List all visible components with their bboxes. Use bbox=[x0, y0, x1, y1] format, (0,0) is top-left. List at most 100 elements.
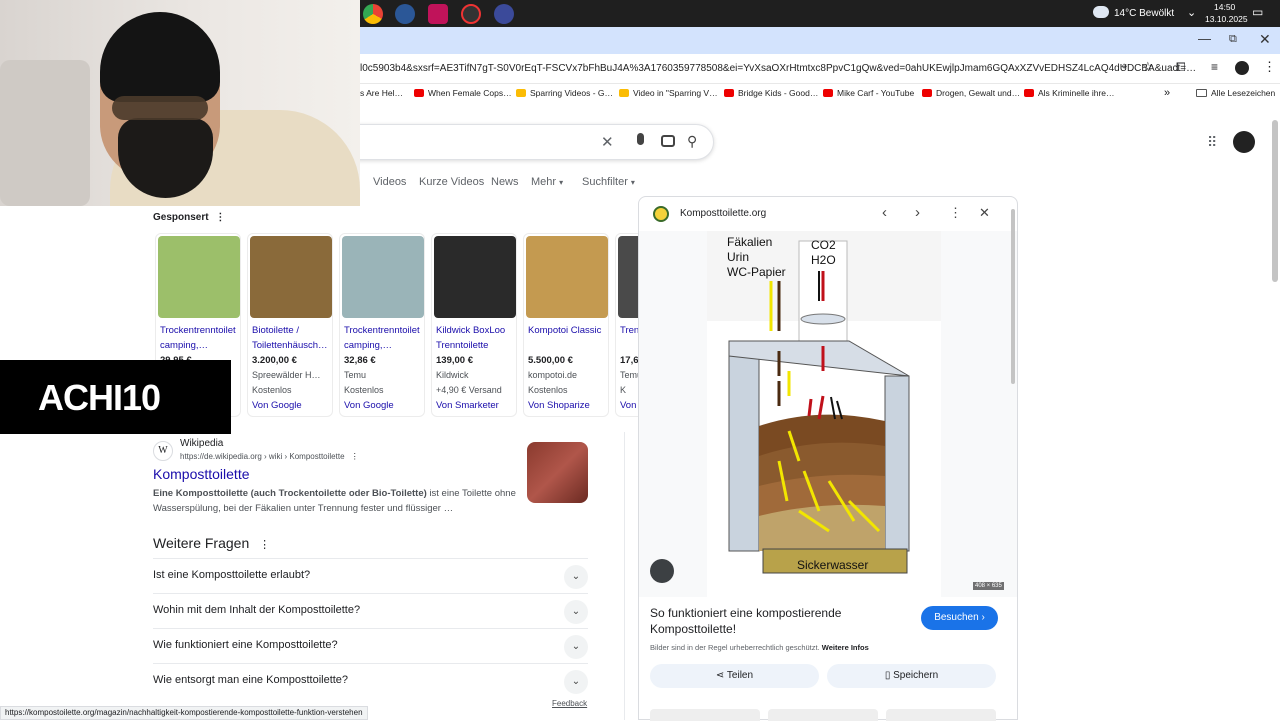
panel-scrollbar[interactable] bbox=[1011, 209, 1015, 384]
search-icon[interactable]: ⚲ bbox=[687, 133, 697, 150]
clock-date[interactable]: 13.10.2025 bbox=[1205, 14, 1248, 24]
product-image[interactable] bbox=[342, 236, 424, 318]
media-player-icon[interactable] bbox=[428, 4, 448, 24]
app-round-icon[interactable] bbox=[494, 4, 514, 24]
product-title[interactable]: Kompotoi Classic bbox=[528, 323, 608, 338]
search-box[interactable]: ✕ ⚲ bbox=[300, 124, 714, 160]
product-source[interactable]: Von bbox=[620, 400, 636, 411]
product-card[interactable]: Kildwick BoxLoo Trenntoilette 139,00 € Kil… bbox=[431, 233, 517, 417]
divider bbox=[624, 432, 625, 720]
related-thumb[interactable] bbox=[886, 709, 996, 721]
recorder-icon[interactable] bbox=[461, 4, 481, 24]
tab-videos[interactable]: Videos bbox=[373, 176, 406, 188]
faq-item[interactable]: Wie entsorgt man eine Komposttoilette? ⌄ bbox=[153, 663, 588, 698]
page-scrollbar[interactable] bbox=[1272, 120, 1278, 282]
next-image-icon[interactable]: › bbox=[915, 204, 920, 221]
queue-icon[interactable]: ≡ bbox=[1211, 60, 1218, 74]
related-thumb[interactable] bbox=[768, 709, 878, 721]
more-options-icon[interactable]: ⋮ bbox=[949, 205, 962, 221]
weather-text[interactable]: 14°C Bewölkt bbox=[1114, 8, 1174, 19]
wiki-title-link[interactable]: Komposttoilette bbox=[153, 466, 250, 482]
tab-short-videos[interactable]: Kurze Videos bbox=[419, 176, 484, 188]
product-source[interactable]: Von Shoparize bbox=[528, 400, 590, 411]
bookmark-item[interactable]: Mike Carf - YouTube bbox=[823, 88, 914, 98]
chrome-icon[interactable] bbox=[363, 4, 383, 24]
product-title[interactable]: Kildwick BoxLoo Trenntoilette bbox=[436, 323, 516, 353]
product-title[interactable]: Trockentrenntoilet camping,… bbox=[344, 323, 424, 353]
image-caption[interactable]: So funktioniert eine kompostierende Komp… bbox=[650, 605, 880, 637]
product-image[interactable] bbox=[250, 236, 332, 318]
product-source[interactable]: Von Google bbox=[344, 400, 394, 411]
image-preview-panel: Komposttoilette.org ‹ › ⋮ ✕ Fäkalien Uri… bbox=[638, 196, 1018, 721]
menu-icon[interactable]: ⋮ bbox=[1263, 59, 1276, 75]
product-source[interactable]: Von Smarketer bbox=[436, 400, 499, 411]
wiki-source[interactable]: Wikipedia bbox=[180, 438, 223, 449]
product-image[interactable] bbox=[434, 236, 516, 318]
product-source[interactable]: Von Google bbox=[252, 400, 302, 411]
lens-icon[interactable] bbox=[650, 559, 674, 583]
tab-more-label: Mehr bbox=[531, 176, 557, 188]
google-account-avatar[interactable] bbox=[1233, 131, 1255, 153]
bookmark-label: Mike Carf - YouTube bbox=[837, 88, 915, 98]
more-options-icon[interactable]: ⋮ bbox=[215, 212, 225, 223]
lens-search-icon[interactable] bbox=[661, 135, 675, 147]
clock-time[interactable]: 14:50 bbox=[1214, 2, 1235, 12]
image-viewer[interactable]: Fäkalien Urin WC-Papier CO2 H2O Sickerwa… bbox=[639, 231, 1017, 597]
product-card[interactable]: Biotoilette / Toilettenhäusch… 3.200,00 €… bbox=[247, 233, 333, 417]
notification-icon[interactable]: ▭ bbox=[1252, 5, 1263, 19]
prev-image-icon[interactable]: ‹ bbox=[882, 204, 887, 221]
more-options-icon[interactable]: ⋮ bbox=[351, 452, 359, 461]
visit-button[interactable]: Besuchen › bbox=[921, 606, 998, 630]
chevron-down-icon[interactable]: ⌄ bbox=[564, 565, 588, 589]
all-bookmarks-folder[interactable]: Alle Lesezeichen bbox=[1196, 88, 1275, 98]
wiki-thumbnail[interactable] bbox=[527, 442, 588, 503]
location-icon[interactable]: ⌖ bbox=[1121, 61, 1127, 74]
tab-news[interactable]: News bbox=[491, 176, 519, 188]
faq-item[interactable]: Ist eine Komposttoilette erlaubt? ⌄ bbox=[153, 558, 588, 593]
tab-more[interactable]: Mehr ▾ bbox=[531, 176, 563, 188]
chevron-down-icon[interactable]: ⌄ bbox=[564, 670, 588, 694]
share-button[interactable]: ⋖ Teilen bbox=[650, 664, 819, 688]
voice-search-icon[interactable] bbox=[637, 133, 644, 145]
related-thumb[interactable] bbox=[650, 709, 760, 721]
chevron-down-icon[interactable]: ⌄ bbox=[564, 635, 588, 659]
chevron-up-icon[interactable]: ⌄ bbox=[1187, 6, 1196, 19]
bookmark-item[interactable]: Bridge Kids - Good… bbox=[724, 88, 818, 98]
bookmark-item[interactable]: Drogen, Gewalt und… bbox=[922, 88, 1020, 98]
feedback-link[interactable]: Feedback bbox=[552, 699, 587, 708]
restore-icon[interactable]: ⧉ bbox=[1229, 33, 1237, 46]
profile-avatar[interactable] bbox=[1235, 61, 1249, 75]
product-image[interactable] bbox=[526, 236, 608, 318]
product-title[interactable]: Biotoilette / Toilettenhäusch… bbox=[252, 323, 332, 353]
product-card[interactable]: Kompotoi Classic 5.500,00 € kompotoi.de Kos… bbox=[523, 233, 609, 417]
more-bookmarks-icon[interactable]: » bbox=[1164, 87, 1170, 99]
clear-search-icon[interactable]: ✕ bbox=[601, 133, 614, 151]
faq-item[interactable]: Wie funktioniert eine Komposttoilette? ⌄ bbox=[153, 628, 588, 663]
bookmark-item[interactable]: s Are Hel… bbox=[360, 88, 403, 98]
more-info-link[interactable]: Weitere Infos bbox=[822, 643, 869, 652]
close-panel-icon[interactable]: ✕ bbox=[979, 205, 990, 221]
more-options-icon[interactable]: ⋮ bbox=[259, 539, 270, 551]
tab-search-filter[interactable]: Suchfilter ▾ bbox=[582, 176, 635, 188]
url-text[interactable]: l0c5903b4&sxsrf=AE3TifN7gT-S0V0rEqT-FSCV… bbox=[360, 63, 1196, 74]
product-image[interactable] bbox=[158, 236, 240, 318]
close-window-icon[interactable]: ✕ bbox=[1259, 31, 1271, 48]
faq-item[interactable]: Wohin mit dem Inhalt der Komposttoilette… bbox=[153, 593, 588, 628]
wiki-path[interactable]: https://de.wikipedia.org › wiki › Kompos… bbox=[180, 452, 359, 461]
apps-grid-icon[interactable]: ⠿ bbox=[1207, 134, 1217, 151]
faq-heading-text: Weitere Fragen bbox=[153, 535, 250, 551]
chevron-down-icon[interactable]: ⌄ bbox=[564, 600, 588, 624]
panel-site-name[interactable]: Komposttoilette.org bbox=[680, 208, 766, 219]
bookmark-star-icon[interactable]: ☆ bbox=[1142, 59, 1154, 75]
minimize-icon[interactable]: — bbox=[1198, 31, 1211, 46]
bookmark-item[interactable]: Als Kriminelle ihre… bbox=[1024, 88, 1115, 98]
app-c-icon[interactable] bbox=[395, 4, 415, 24]
bookmark-item[interactable]: Video in "Sparring V… bbox=[619, 88, 718, 98]
save-button[interactable]: ▯ Speichern bbox=[827, 664, 996, 688]
bookmark-item[interactable]: When Female Cops… bbox=[414, 88, 512, 98]
extensions-icon[interactable]: ⧠ bbox=[1176, 60, 1186, 75]
product-title[interactable]: Trockentrenntoilet camping,… bbox=[160, 323, 240, 353]
bookmark-item[interactable]: Sparring Videos - G… bbox=[516, 88, 613, 98]
product-card[interactable]: Trockentrenntoilet camping,… 32,86 € Temu K… bbox=[339, 233, 425, 417]
bookmark-label: s Are Hel… bbox=[360, 88, 403, 98]
